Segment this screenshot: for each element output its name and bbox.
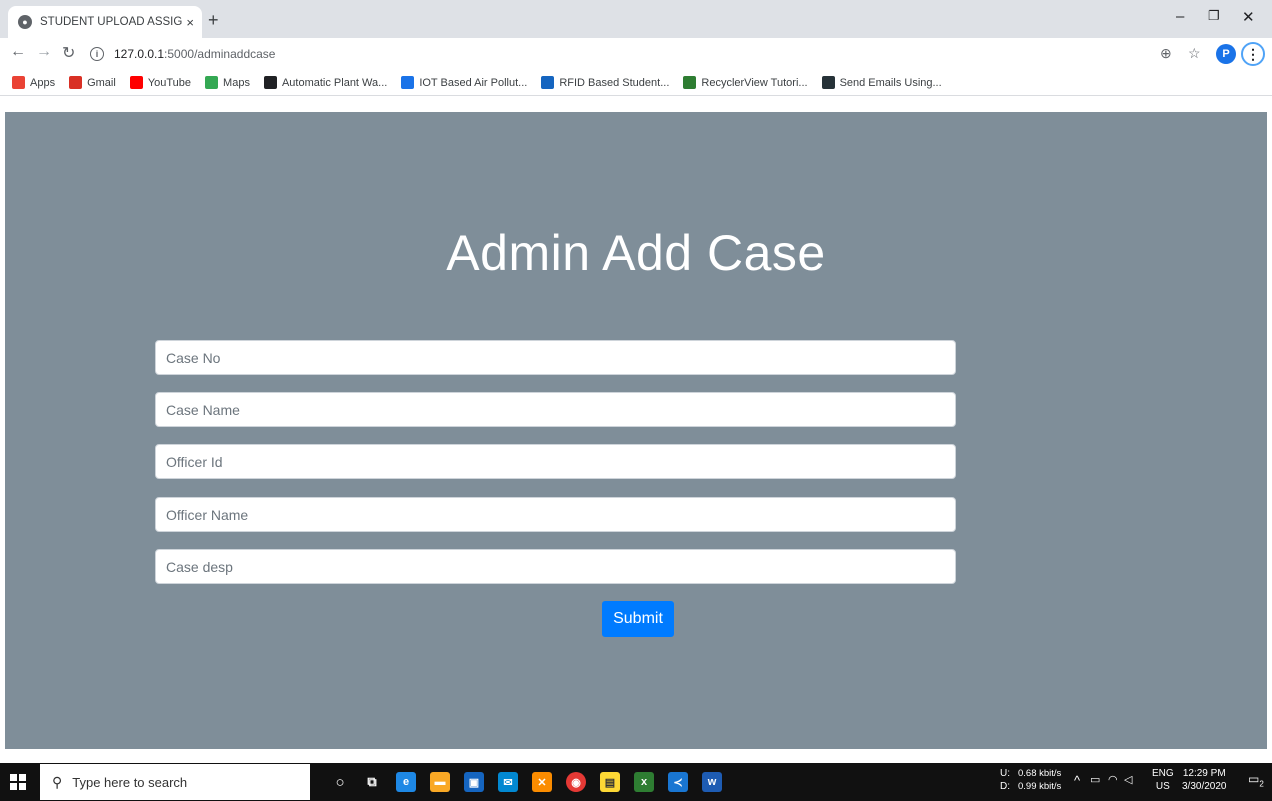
close-window-button[interactable]: ✕ — [1242, 8, 1255, 26]
tab-close-button[interactable]: × — [186, 15, 194, 30]
network-labels: U: D: — [1000, 767, 1010, 793]
notification-count: 2 — [1259, 779, 1264, 789]
bookmarks-bar: Apps Gmail YouTube Maps Automatic Plant Wa..… — [0, 70, 1272, 96]
bookmark-favicon-icon — [401, 76, 415, 89]
network-speed: 0.68 kbit/s 0.99 kbit/s — [1018, 767, 1061, 793]
bookmark-favicon-icon — [683, 76, 697, 89]
task-view-icon[interactable]: ⧉ — [362, 772, 382, 792]
info-icon[interactable]: i — [90, 47, 104, 61]
bookmark-item[interactable]: YouTube — [129, 76, 192, 89]
url-host: 127.0.0.1 — [114, 47, 165, 61]
bookmark-favicon-icon — [129, 76, 143, 89]
browser-menu-icon[interactable]: ⋮ — [1241, 42, 1265, 66]
bookmark-label: Send Emails Using... — [839, 76, 942, 89]
restore-button[interactable]: ❐ — [1208, 8, 1220, 24]
page-title: Admin Add Case — [446, 225, 826, 281]
bookmark-label: IOT Based Air Pollut... — [419, 76, 528, 89]
date-label: 3/30/2020 — [1182, 781, 1227, 792]
bookmark-favicon-icon — [541, 76, 555, 89]
bookmark-favicon-icon — [205, 76, 219, 89]
net-up: 0.68 kbit/s — [1018, 768, 1062, 779]
volume-icon[interactable]: ◁ — [1124, 774, 1132, 787]
zoom-icon[interactable]: ⊕ — [1160, 45, 1172, 62]
bookmark-item[interactable]: Apps — [12, 76, 55, 89]
reload-icon[interactable]: ↻ — [62, 43, 75, 63]
page-content: Admin Add Case Submit — [5, 112, 1267, 749]
search-placeholder: Type here to search — [72, 774, 188, 790]
bookmark-label: Apps — [30, 76, 56, 89]
upload-label: U: — [1000, 768, 1010, 779]
back-arrow-icon[interactable]: ← — [10, 43, 26, 61]
mail-icon[interactable]: ✉ — [498, 772, 518, 792]
submit-button[interactable]: Submit — [602, 601, 674, 637]
edge-browser-icon[interactable]: e — [396, 772, 416, 792]
bookmark-label: Gmail — [87, 76, 116, 89]
chevron-up-icon[interactable]: ^ — [1074, 774, 1080, 787]
bookmark-item[interactable]: RecyclerView Tutori... — [683, 76, 808, 89]
bookmark-item[interactable]: IOT Based Air Pollut... — [401, 76, 527, 89]
xampp-icon[interactable]: ✕ — [532, 772, 552, 792]
case-desp-field[interactable] — [155, 549, 956, 584]
lang-label: ENG — [1152, 768, 1174, 779]
sticky-notes-icon[interactable]: ▤ — [600, 772, 620, 792]
excel-icon[interactable]: x — [634, 772, 654, 792]
bookmark-label: Maps — [223, 76, 250, 89]
chrome-icon[interactable]: ◉ — [566, 772, 586, 792]
forward-arrow-icon[interactable]: → — [36, 43, 52, 61]
net-down: 0.99 kbit/s — [1018, 781, 1062, 792]
bookmark-favicon-icon — [821, 76, 835, 89]
bookmark-item[interactable]: Automatic Plant Wa... — [263, 76, 388, 89]
bookmark-label: RecyclerView Tutori... — [701, 76, 808, 89]
file-explorer-icon[interactable]: ▬ — [430, 772, 450, 792]
bookmark-item[interactable]: Maps — [205, 76, 250, 89]
bookmark-favicon-icon — [12, 76, 25, 89]
case-no-field[interactable] — [155, 340, 956, 375]
download-label: D: — [1000, 781, 1010, 792]
tab-title: STUDENT UPLOAD ASSIGNMENT — [40, 16, 183, 28]
windows-taskbar: ⚲ Type here to search ○ ⧉ e ▬ ▣ ✉ ✕ ◉ ▤ … — [0, 763, 1272, 801]
store-icon[interactable]: ▣ — [464, 772, 484, 792]
wifi-icon[interactable]: ◠ — [1108, 774, 1118, 787]
officer-id-field[interactable] — [155, 444, 956, 479]
url-path: :5000/adminaddcase — [164, 47, 276, 61]
bookmark-item[interactable]: Send Emails Using... — [821, 76, 942, 89]
time-label: 12:29 PM — [1182, 768, 1226, 779]
word-icon[interactable]: w — [702, 772, 722, 792]
browser-tab[interactable]: ● STUDENT UPLOAD ASSIGNMENT × — [8, 6, 202, 38]
browser-tabstrip: ● STUDENT UPLOAD ASSIGNMENT × + – ❐ ✕ — [0, 0, 1272, 38]
new-tab-button[interactable]: + — [208, 10, 219, 31]
notification-icon[interactable]: ▭2 — [1248, 772, 1264, 790]
bookmark-star-icon[interactable]: ☆ — [1188, 45, 1201, 62]
windows-start-icon[interactable] — [10, 774, 26, 790]
browser-toolbar: ← → ↻ i 127.0.0.1 :5000/adminaddcase ⊕ ☆… — [0, 38, 1272, 70]
battery-icon[interactable]: ▭ — [1090, 774, 1100, 787]
clock[interactable]: 12:29 PM 3/30/2020 — [1182, 767, 1227, 793]
language-indicator[interactable]: ENG US — [1152, 767, 1174, 793]
profile-avatar[interactable]: P — [1216, 44, 1236, 64]
bookmark-favicon-icon — [263, 76, 277, 89]
cortana-icon[interactable]: ○ — [330, 772, 350, 792]
bookmark-item[interactable]: RFID Based Student... — [541, 76, 669, 89]
bookmark-label: RFID Based Student... — [559, 76, 670, 89]
region-label: US — [1155, 781, 1170, 792]
vscode-icon[interactable]: ≺ — [668, 772, 688, 792]
globe-icon: ● — [18, 15, 32, 29]
bookmark-item[interactable]: Gmail — [69, 76, 116, 89]
taskbar-search[interactable]: ⚲ Type here to search — [40, 764, 310, 800]
minimize-button[interactable]: – — [1176, 8, 1184, 25]
bookmark-favicon-icon — [69, 76, 83, 89]
officer-name-field[interactable] — [155, 497, 956, 532]
address-bar[interactable]: i 127.0.0.1 :5000/adminaddcase — [90, 42, 1210, 66]
bookmark-label: YouTube — [147, 76, 192, 89]
case-name-field[interactable] — [155, 392, 956, 427]
search-icon: ⚲ — [52, 773, 63, 790]
bookmark-label: Automatic Plant Wa... — [281, 76, 388, 89]
